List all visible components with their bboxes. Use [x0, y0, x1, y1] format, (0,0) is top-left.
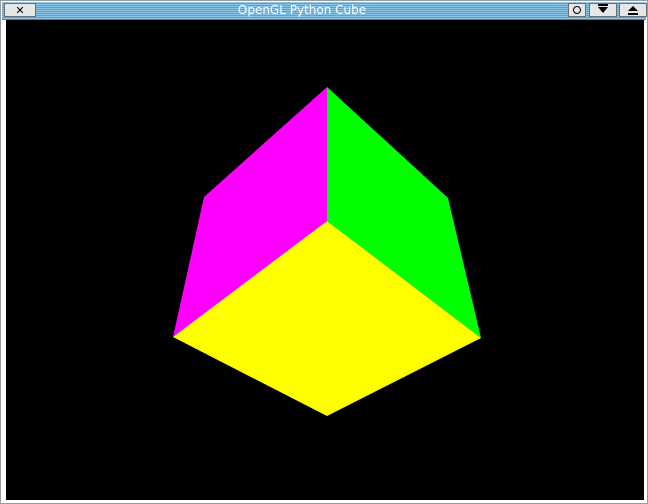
cube-render	[173, 87, 481, 416]
shade-button[interactable]	[568, 3, 586, 17]
opengl-canvas[interactable]	[6, 20, 644, 500]
close-button[interactable]: ✕	[4, 3, 36, 17]
title-bar[interactable]: ✕ OpenGL Python Cube	[2, 2, 647, 20]
eject-icon	[628, 5, 638, 15]
arrow-down-icon	[598, 4, 608, 13]
maximize-button[interactable]	[619, 3, 647, 17]
circle-icon	[573, 6, 581, 14]
window-title: OpenGL Python Cube	[237, 3, 367, 17]
app-window: ✕ OpenGL Python Cube	[0, 0, 648, 504]
minimize-button[interactable]	[589, 3, 617, 17]
close-icon: ✕	[15, 3, 25, 17]
